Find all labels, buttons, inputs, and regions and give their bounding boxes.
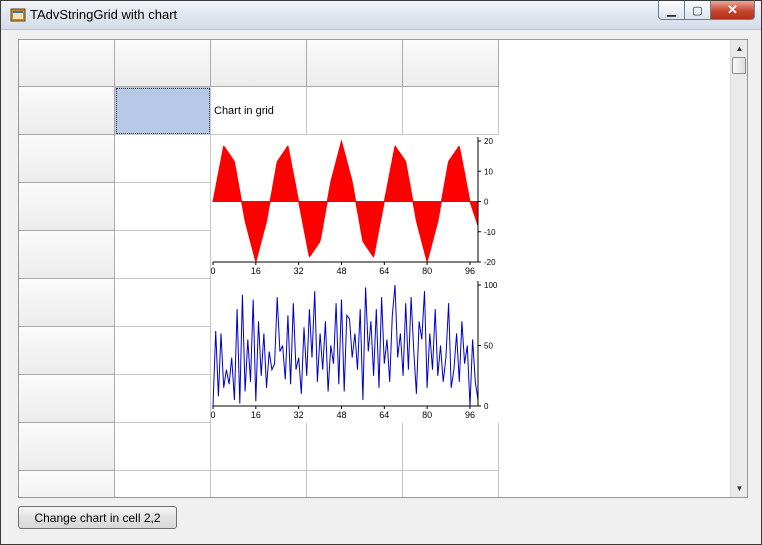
- x-tick-label: 32: [294, 266, 304, 276]
- x-tick-label: 32: [294, 410, 304, 420]
- x-tick-label: 64: [379, 266, 389, 276]
- grid-cell[interactable]: [115, 423, 211, 471]
- maximize-button[interactable]: ▢: [685, 1, 711, 20]
- y-tick-label: 0: [484, 198, 489, 207]
- grid-fixed-cell[interactable]: [19, 327, 115, 375]
- grid-fixed-cell[interactable]: [19, 375, 115, 423]
- minimize-icon: ▁: [667, 4, 676, 17]
- x-tick-label: 80: [422, 266, 432, 276]
- y-tick-label: 50: [484, 342, 493, 351]
- grid-fixed-cell[interactable]: [19, 87, 115, 135]
- app-window: TAdvStringGrid with chart ▁ ▢ ✕ ▲ ▼ Char…: [0, 0, 762, 545]
- sine-chart-cell[interactable]: 0 16 32 48 64 80 96 20 10 0 -10 -20: [210, 135, 499, 279]
- grid-cell[interactable]: [115, 183, 211, 231]
- arrow-down-icon: ▼: [735, 484, 744, 493]
- grid-fixed-cell[interactable]: [19, 231, 115, 279]
- grid-cell-selected[interactable]: [115, 87, 211, 135]
- x-tick-label: 64: [379, 410, 389, 420]
- grid-fixed-cell[interactable]: [19, 279, 115, 327]
- grid-fixed-cell[interactable]: [403, 40, 499, 87]
- close-button[interactable]: ✕: [711, 1, 755, 20]
- sine-chart: 0 16 32 48 64 80 96 20 10 0 -10 -20: [210, 137, 496, 276]
- cell-text-chart-in-grid: Chart in grid: [214, 105, 274, 117]
- scroll-up-button[interactable]: ▲: [731, 40, 747, 57]
- x-tick-label: 16: [251, 410, 261, 420]
- window-title: TAdvStringGrid with chart: [30, 7, 178, 22]
- grid-fixed-cell[interactable]: [307, 40, 403, 87]
- x-tick-label: 48: [336, 410, 346, 420]
- app-icon: [10, 8, 26, 22]
- x-tick-label: 96: [465, 410, 475, 420]
- x-tick-label: 48: [336, 266, 346, 276]
- y-tick-label: 0: [484, 402, 489, 411]
- grid-cell[interactable]: [115, 471, 211, 497]
- grid-cell[interactable]: [403, 471, 499, 497]
- grid-cell[interactable]: [115, 327, 211, 375]
- y-tick-label: -20: [484, 258, 496, 267]
- grid-cell[interactable]: [211, 471, 307, 497]
- grid-cell[interactable]: [115, 279, 211, 327]
- grid-cell[interactable]: [115, 231, 211, 279]
- grid-cell[interactable]: [403, 87, 499, 135]
- grid-fixed-cell[interactable]: [19, 423, 115, 471]
- y-tick-label: 100: [484, 281, 498, 290]
- x-tick-label: 0: [211, 266, 216, 276]
- grid-cell[interactable]: Chart in grid: [211, 87, 307, 135]
- arrow-up-icon: ▲: [735, 44, 744, 53]
- close-icon: ✕: [727, 2, 738, 17]
- random-line: [212, 284, 479, 407]
- grid-cell[interactable]: [115, 375, 211, 423]
- grid-fixed-cell[interactable]: [19, 471, 115, 497]
- scroll-thumb[interactable]: [732, 57, 746, 74]
- y-tick-label: 20: [484, 137, 493, 146]
- grid-cell[interactable]: [115, 135, 211, 183]
- caption-buttons: ▁ ▢ ✕: [658, 1, 755, 21]
- title-bar[interactable]: TAdvStringGrid with chart ▁ ▢ ✕: [1, 1, 761, 30]
- string-grid[interactable]: ▲ ▼ Chart in grid016324864809620100-10-2…: [18, 39, 748, 498]
- minimize-button[interactable]: ▁: [658, 1, 685, 20]
- sine-area: [212, 139, 479, 263]
- grid-fixed-cell[interactable]: [19, 40, 115, 87]
- grid-fixed-cell[interactable]: [115, 40, 211, 87]
- grid-fixed-cell[interactable]: [19, 183, 115, 231]
- y-tick-label: 10: [484, 167, 493, 176]
- scroll-down-button[interactable]: ▼: [731, 480, 747, 497]
- y-tick-label: -10: [484, 228, 496, 237]
- grid-cell[interactable]: [403, 423, 499, 471]
- change-chart-button[interactable]: Change chart in cell 2,2: [18, 506, 177, 529]
- grid-cell[interactable]: [307, 471, 403, 497]
- x-tick-label: 16: [251, 266, 261, 276]
- random-line-chart-cell[interactable]: 0 16 32 48 64 80 96 100 50 0: [210, 279, 499, 423]
- grid-cell[interactable]: [211, 423, 307, 471]
- maximize-icon: ▢: [692, 4, 703, 17]
- x-tick-label: 96: [465, 266, 475, 276]
- x-tick-label: 0: [211, 410, 216, 420]
- grid-fixed-cell[interactable]: [19, 135, 115, 183]
- grid-cell[interactable]: [307, 87, 403, 135]
- grid-fixed-cell[interactable]: [211, 40, 307, 87]
- random-line-chart: 0 16 32 48 64 80 96 100 50 0: [210, 281, 498, 420]
- x-tick-label: 80: [422, 410, 432, 420]
- vertical-scrollbar[interactable]: ▲ ▼: [730, 40, 747, 497]
- grid-cell[interactable]: [307, 423, 403, 471]
